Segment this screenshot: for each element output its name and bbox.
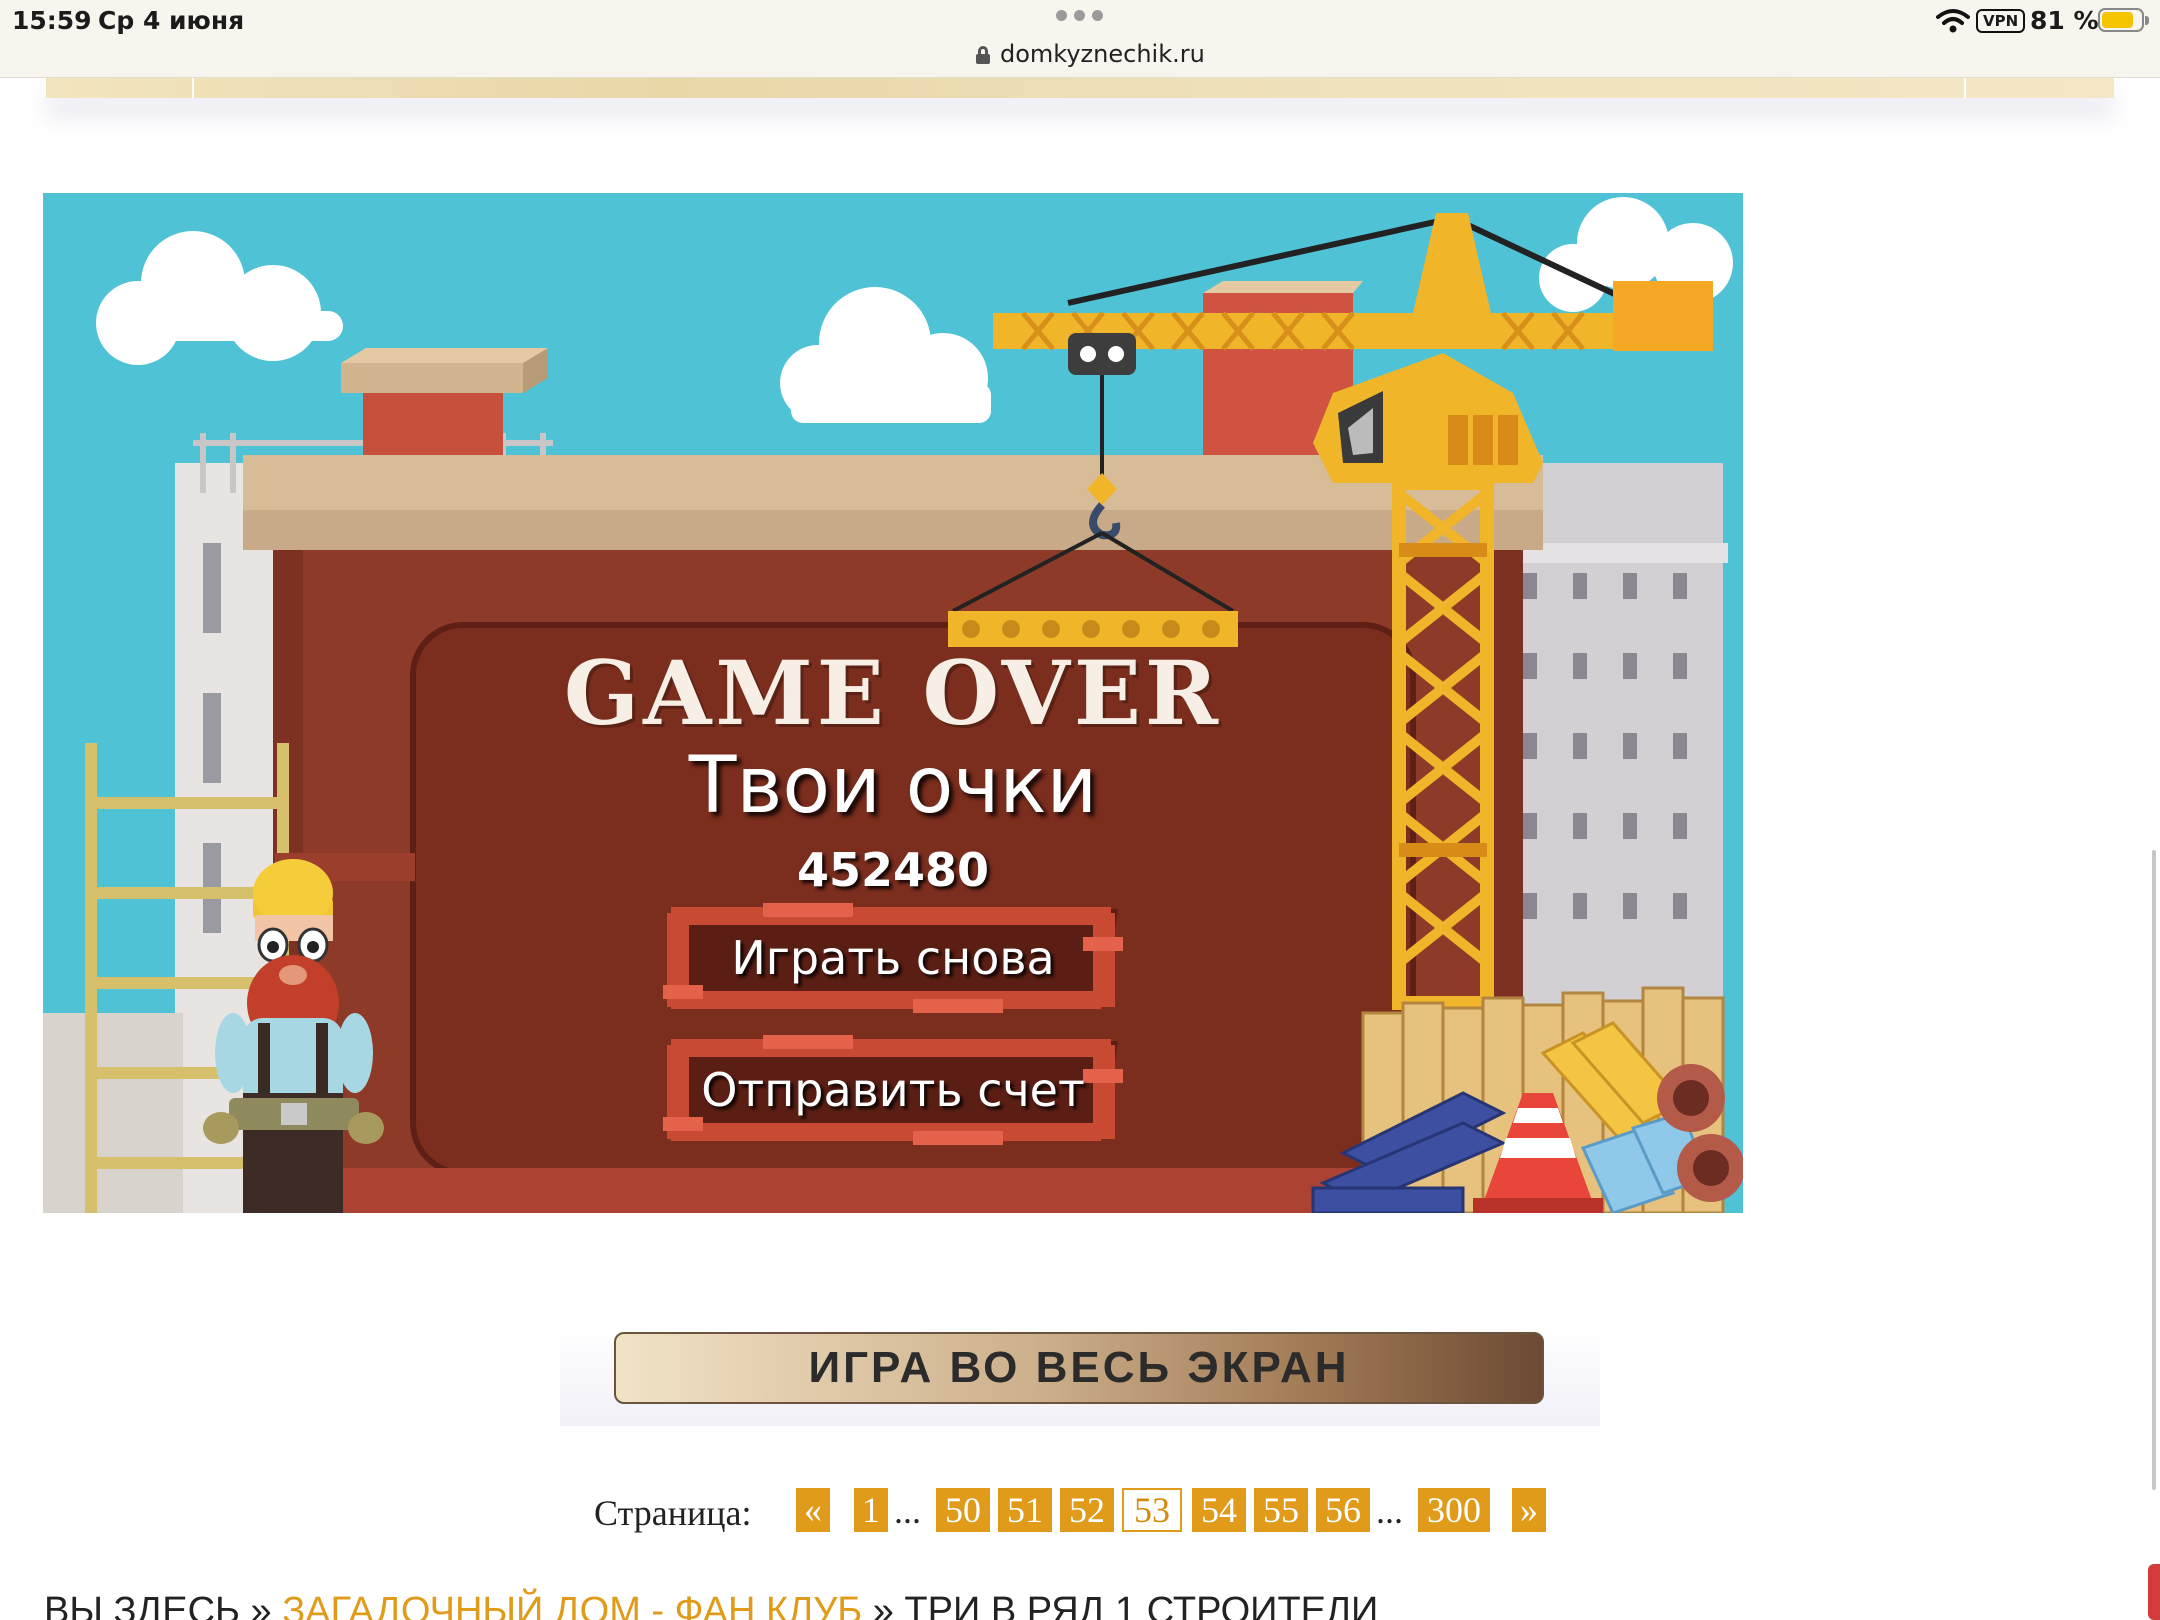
browser-status-bar: 15:59 Ср 4 июня domkyznechik.ru VPN 81 % xyxy=(0,0,2160,78)
vpn-badge: VPN xyxy=(1976,9,2026,33)
pagination-label: Страница: xyxy=(594,1493,752,1533)
play-again-button[interactable]: Играть снова xyxy=(663,903,1123,1013)
pagination-page[interactable]: 51 xyxy=(998,1488,1052,1532)
pagination-ellipsis: ... xyxy=(1376,1491,1403,1531)
game-canvas[interactable]: GAME OVER Твои очки 452480 Играть снова xyxy=(43,193,1743,1213)
send-score-button[interactable]: Отправить счет xyxy=(663,1035,1123,1145)
score-caption: Твои очки xyxy=(688,741,1098,831)
pagination-page[interactable]: 300 xyxy=(1418,1488,1490,1532)
materials-pile xyxy=(1311,986,1743,1213)
status-time: 15:59 xyxy=(12,6,92,35)
page-scrollbar[interactable] xyxy=(2152,850,2156,1490)
address-bar[interactable]: domkyznechik.ru xyxy=(976,40,1205,70)
lock-icon xyxy=(976,46,990,64)
pagination-page[interactable]: 50 xyxy=(936,1488,990,1532)
wifi-icon xyxy=(1936,9,1970,33)
breadcrumb-prefix: ВЫ ЗДЕСЬ » xyxy=(44,1590,272,1620)
tab-menu-dots-icon[interactable] xyxy=(1056,10,1104,22)
breadcrumb-current: » ТРИ В РЯД 1 СТРОИТЕЛИ xyxy=(872,1590,1379,1620)
pagination-page[interactable]: 55 xyxy=(1254,1488,1308,1532)
header-decor-strip xyxy=(46,78,2114,98)
play-again-label: Играть снова xyxy=(731,931,1055,985)
status-date: Ср 4 июня xyxy=(98,6,245,35)
pagination-ellipsis: ... xyxy=(894,1491,921,1531)
pagination-page[interactable]: 56 xyxy=(1316,1488,1370,1532)
fullscreen-game-button[interactable]: ИГРА ВО ВЕСЬ ЭКРАН xyxy=(614,1332,1544,1404)
pagination-page[interactable]: 52 xyxy=(1060,1488,1114,1532)
score-value: 452480 xyxy=(796,843,990,897)
pagination-current-page: 53 xyxy=(1122,1488,1182,1532)
address-url: domkyznechik.ru xyxy=(1000,40,1205,68)
pagination-page[interactable]: 54 xyxy=(1192,1488,1246,1532)
battery-icon xyxy=(2098,8,2149,32)
breadcrumb: ВЫ ЗДЕСЬ » ЗАГАДОЧНЫЙ ДОМ - ФАН КЛУБ » Т… xyxy=(44,1590,1378,1620)
pagination-prev[interactable]: « xyxy=(796,1488,830,1532)
pagination-page[interactable]: 1 xyxy=(854,1488,888,1532)
side-tab-handle[interactable] xyxy=(2148,1564,2160,1620)
pagination-next[interactable]: » xyxy=(1512,1488,1546,1532)
cloud-left xyxy=(96,231,343,365)
cloud-middle xyxy=(780,287,991,423)
breadcrumb-link-fan-club[interactable]: ЗАГАДОЧНЫЙ ДОМ - ФАН КЛУБ xyxy=(282,1590,862,1620)
game-over-title: GAME OVER xyxy=(563,641,1223,745)
battery-percent: 81 % xyxy=(2030,6,2099,35)
send-score-label: Отправить счет xyxy=(701,1063,1085,1117)
